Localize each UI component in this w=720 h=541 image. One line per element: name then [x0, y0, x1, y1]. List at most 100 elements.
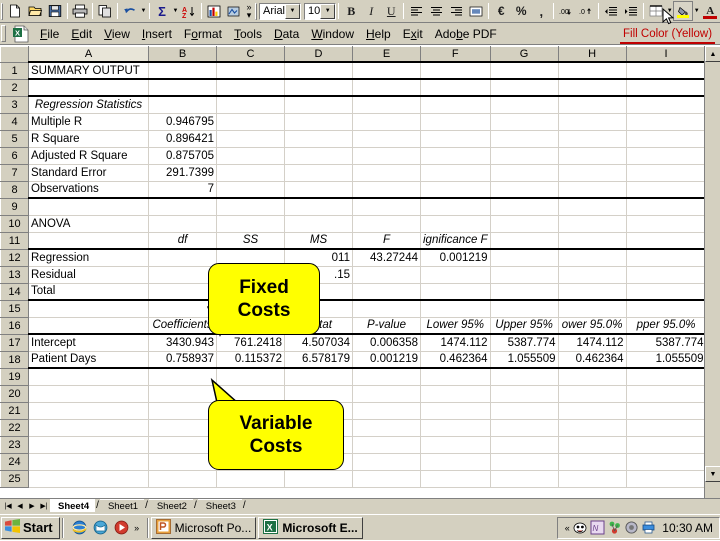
cell-I6[interactable]: [626, 147, 707, 165]
cell-A2[interactable]: [28, 79, 149, 97]
cell-I11[interactable]: [626, 232, 707, 250]
cell-B9[interactable]: [148, 198, 217, 216]
decrease-decimal-icon[interactable]: .0: [576, 1, 596, 21]
cell-H13[interactable]: [558, 266, 627, 284]
more-buttons-icon[interactable]: » ▾: [244, 3, 254, 20]
cell-B5[interactable]: 0.896421: [148, 130, 217, 148]
increase-decimal-icon[interactable]: .00: [556, 1, 576, 21]
row-header-21[interactable]: 21: [0, 401, 29, 420]
cell-G2[interactable]: [490, 79, 559, 97]
column-header-g[interactable]: G: [489, 46, 559, 63]
menu-format[interactable]: Format: [178, 25, 228, 43]
cell-I10[interactable]: [626, 215, 707, 233]
select-all-corner[interactable]: [0, 46, 29, 63]
cell-F22[interactable]: [420, 419, 491, 437]
first-sheet-button[interactable]: |◀: [2, 499, 14, 512]
menu-exit[interactable]: Exit: [397, 25, 429, 43]
drawing-icon[interactable]: [224, 1, 244, 21]
cell-F2[interactable]: [420, 79, 491, 97]
cell-D25[interactable]: [284, 470, 353, 488]
row-header-22[interactable]: 22: [0, 418, 29, 437]
cell-I9[interactable]: [626, 198, 707, 216]
cell-B23[interactable]: [148, 436, 217, 454]
network-icon[interactable]: [607, 520, 622, 535]
cell-C5[interactable]: [216, 130, 285, 148]
row-header-24[interactable]: 24: [0, 452, 29, 471]
cell-D1[interactable]: [284, 61, 353, 80]
excel-document-icon[interactable]: X: [12, 25, 32, 43]
open-icon[interactable]: [25, 1, 45, 21]
sheet-tab-sheet4[interactable]: Sheet4: [50, 499, 96, 512]
cell-F19[interactable]: [420, 368, 491, 386]
cell-I24[interactable]: [626, 453, 707, 471]
cell-E9[interactable]: [352, 198, 421, 216]
cell-H19[interactable]: [558, 368, 627, 386]
cell-I21[interactable]: [626, 402, 707, 420]
column-header-d[interactable]: D: [284, 46, 353, 63]
cell-F23[interactable]: [420, 436, 491, 454]
cell-G17[interactable]: 5387.774: [490, 333, 559, 352]
borders-icon[interactable]: [646, 1, 666, 21]
cell-E12[interactable]: 43.27244: [352, 248, 421, 267]
cell-I8[interactable]: [626, 181, 707, 199]
cell-H9[interactable]: [558, 198, 627, 216]
taskbar-button-powerpoint[interactable]: Microsoft Po...: [150, 516, 257, 539]
row-header-20[interactable]: 20: [0, 384, 29, 403]
column-header-a[interactable]: A: [28, 46, 149, 63]
scroll-down-button[interactable]: ▼: [705, 466, 720, 482]
cell-B4[interactable]: 0.946795: [148, 113, 217, 131]
cell-H17[interactable]: 1474.112: [558, 333, 627, 352]
cell-C2[interactable]: [216, 79, 285, 97]
cell-E25[interactable]: [352, 470, 421, 488]
menu-window[interactable]: Window: [305, 25, 360, 43]
cell-G25[interactable]: [490, 470, 559, 488]
cell-C4[interactable]: [216, 113, 285, 131]
cell-H8[interactable]: [558, 181, 627, 199]
cell-G24[interactable]: [490, 453, 559, 471]
cell-F9[interactable]: [420, 198, 491, 216]
cell-C9[interactable]: [216, 198, 285, 216]
cell-A4[interactable]: Multiple R: [28, 113, 149, 131]
row-header-12[interactable]: 12: [0, 248, 29, 267]
menu-data[interactable]: Data: [268, 25, 305, 43]
cell-E8[interactable]: [352, 181, 421, 199]
cell-G23[interactable]: [490, 436, 559, 454]
cell-F15[interactable]: [420, 300, 491, 318]
cell-H1[interactable]: [558, 61, 627, 80]
cell-I2[interactable]: [626, 79, 707, 97]
cell-H14[interactable]: [558, 283, 627, 301]
cell-I13[interactable]: [626, 266, 707, 284]
cell-B6[interactable]: 0.875705: [148, 147, 217, 165]
cell-G10[interactable]: [490, 215, 559, 233]
cell-I7[interactable]: [626, 164, 707, 182]
row-header-25[interactable]: 25: [0, 469, 29, 488]
cell-F13[interactable]: [420, 266, 491, 284]
cell-D2[interactable]: [284, 79, 353, 97]
cell-E20[interactable]: [352, 385, 421, 403]
cell-E4[interactable]: [352, 113, 421, 131]
cell-I12[interactable]: [626, 248, 707, 267]
cell-D5[interactable]: [284, 130, 353, 148]
cell-G4[interactable]: [490, 113, 559, 131]
menu-bar-grip[interactable]: [1, 25, 6, 42]
cell-H4[interactable]: [558, 113, 627, 131]
cell-I23[interactable]: [626, 436, 707, 454]
font-size-input[interactable]: 10 ▼: [304, 2, 337, 20]
cell-C7[interactable]: [216, 164, 285, 182]
menu-file[interactable]: FFileile: [34, 25, 65, 43]
row-header-1[interactable]: 1: [0, 61, 29, 80]
cell-E17[interactable]: 0.006358: [352, 333, 421, 352]
cell-G22[interactable]: [490, 419, 559, 437]
cell-D3[interactable]: [284, 95, 353, 114]
next-sheet-button[interactable]: ▶: [26, 499, 38, 512]
cell-I25[interactable]: [626, 470, 707, 488]
cell-G16[interactable]: Upper 95%: [490, 317, 559, 335]
sheet-tab-sheet3[interactable]: Sheet3: [197, 499, 242, 512]
cell-E7[interactable]: [352, 164, 421, 182]
cell-A14[interactable]: Total: [28, 283, 149, 301]
column-header-i[interactable]: I: [625, 46, 707, 63]
toolbar-grip[interactable]: [1, 2, 3, 20]
sheet-tab-sheet2[interactable]: Sheet2: [148, 499, 193, 512]
cell-G5[interactable]: [490, 130, 559, 148]
cell-F5[interactable]: [420, 130, 491, 148]
